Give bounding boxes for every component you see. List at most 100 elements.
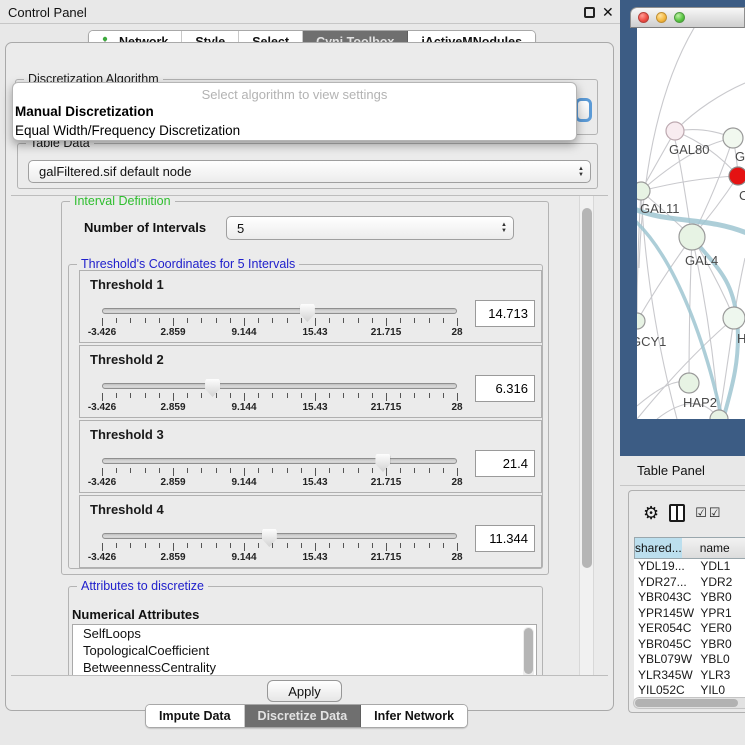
node-gal11[interactable] (637, 182, 650, 200)
tab-bottom-infer-network[interactable]: Infer Network (361, 705, 467, 727)
network-window-titlebar[interactable] (630, 7, 745, 28)
mac-close-icon[interactable] (638, 12, 649, 23)
table-row[interactable]: YBR043CYBR0 (634, 590, 745, 606)
table-row[interactable]: YDL19...YDL1 (634, 559, 745, 575)
cell-shared-name[interactable]: YBR043C (634, 590, 695, 606)
cell-shared-name[interactable]: YDL19... (634, 559, 695, 575)
node-ga[interactable] (723, 128, 743, 148)
cell-shared-name[interactable]: YBR045C (634, 637, 695, 653)
table-row[interactable]: YDR27...YDR2 (634, 575, 745, 591)
table-row[interactable]: YBL079WYBL0 (634, 652, 745, 668)
threshold-slider[interactable]: -3.4262.8599.14415.4321.71528 (102, 421, 457, 494)
node-h[interactable] (723, 307, 745, 329)
checkbox-icon[interactable]: ☑ (695, 505, 707, 521)
scrollbar-thumb[interactable] (635, 699, 738, 707)
tab-bottom-impute-data[interactable]: Impute Data (146, 705, 245, 727)
axis-tick-label: -3.426 (88, 552, 116, 563)
threshold-slider[interactable]: -3.4262.8599.14415.4321.71528 (102, 271, 457, 344)
table-data-group: Table Data galFiltered.sif default node … (17, 143, 598, 189)
cell-name[interactable]: YLR3 (695, 668, 745, 684)
algorithm-popup-item[interactable]: Manual Discretization (13, 102, 576, 121)
table-hscrollbar[interactable] (633, 697, 745, 709)
cell-shared-name[interactable]: YBL079W (634, 652, 695, 668)
node-gcy1[interactable] (637, 313, 645, 329)
table-panel-toolbar: ⚙ ☑ ☑ (629, 497, 745, 529)
attribute-list-item[interactable]: SelfLoops (73, 625, 536, 642)
column-header-shared-name[interactable]: shared... (634, 537, 682, 559)
axis-tick-label: 15.43 (302, 402, 327, 413)
threshold-slider[interactable]: -3.4262.8599.14415.4321.71528 (102, 496, 457, 569)
node-red-selected[interactable] (729, 167, 745, 185)
close-icon[interactable]: ✕ (602, 4, 614, 21)
control-panel-titlebar: Control Panel ✕ (0, 0, 620, 24)
split-column-icon[interactable] (669, 504, 685, 522)
cell-shared-name[interactable]: YDR27... (634, 575, 695, 591)
tab-bottom-discretize-data[interactable]: Discretize Data (245, 705, 362, 727)
axis-tick-label: 28 (451, 477, 462, 488)
combo-arrows-icon: ▲▼ (495, 222, 513, 234)
axis-tick-label: 9.144 (231, 552, 256, 563)
node-gal80[interactable] (666, 122, 684, 140)
slider-axis-labels: -3.4262.8599.14415.4321.71528 (102, 477, 457, 489)
table-row[interactable]: YLR345WYLR3 (634, 668, 745, 684)
cell-shared-name[interactable]: YER054C (634, 621, 695, 637)
slider-track[interactable] (102, 383, 457, 389)
cell-name[interactable]: YER0 (695, 621, 745, 637)
attribute-list-item[interactable]: TopologicalCoefficient (73, 642, 536, 659)
table-header-row: shared... name (634, 537, 745, 559)
network-graph: GAL80 GA C GAL11 GAL4 GCY1 H HAP2 (637, 28, 745, 419)
threshold-value-field[interactable] (475, 525, 535, 552)
axis-tick-label: 28 (451, 327, 462, 338)
slider-track[interactable] (102, 533, 457, 539)
threshold-slider[interactable]: -3.4262.8599.14415.4321.71528 (102, 346, 457, 419)
cell-name[interactable]: YBR0 (695, 590, 745, 606)
node-label: GAL11 (640, 201, 680, 216)
cyni-toolbox-pane: Discretization Algorithm Table Data galF… (5, 42, 614, 711)
numerical-attributes-label: Numerical Attributes (72, 607, 199, 622)
scrollbar-thumb[interactable] (524, 628, 533, 674)
cell-shared-name[interactable]: YPR145W (634, 606, 695, 622)
table-data-combobox[interactable]: galFiltered.sif default node ▲▼ (28, 160, 591, 183)
mac-zoom-icon[interactable] (674, 12, 685, 23)
algorithm-popup-item[interactable]: Equal Width/Frequency Discretization (13, 121, 576, 140)
axis-tick-label: 2.859 (160, 477, 185, 488)
table-row[interactable]: YER054CYER0 (634, 621, 745, 637)
table-row[interactable]: YPR145WYPR1 (634, 606, 745, 622)
cell-name[interactable]: YBL0 (695, 652, 745, 668)
cell-name[interactable]: YPR1 (695, 606, 745, 622)
threshold-value-field[interactable] (475, 450, 535, 477)
attributes-list-scrollbar[interactable] (523, 627, 534, 676)
algorithm-combobox-focus-ring[interactable] (575, 98, 592, 122)
threshold-4-box: Threshold 4-3.4262.8599.14415.4321.71528 (79, 495, 542, 568)
cell-shared-name[interactable]: YLR345W (634, 668, 695, 684)
network-canvas[interactable]: GAL80 GA C GAL11 GAL4 GCY1 H HAP2 (637, 28, 745, 419)
node-label: GAL80 (669, 142, 709, 157)
slider-track[interactable] (102, 308, 457, 314)
axis-tick-label: 2.859 (160, 327, 185, 338)
checkbox-icon[interactable]: ☑ (709, 505, 721, 521)
cell-name[interactable]: YDR2 (695, 575, 745, 591)
column-header-name[interactable]: name (682, 537, 745, 559)
cell-name[interactable]: YDL1 (695, 559, 745, 575)
axis-tick-label: 9.144 (231, 327, 256, 338)
float-window-icon[interactable] (584, 7, 595, 18)
apply-button[interactable]: Apply (267, 680, 342, 702)
slider-axis-labels: -3.4262.8599.14415.4321.71528 (102, 327, 457, 339)
slider-axis-labels: -3.4262.8599.14415.4321.71528 (102, 402, 457, 414)
scrollbar-thumb[interactable] (582, 208, 592, 568)
table-row[interactable]: YBR045CYBR0 (634, 637, 745, 653)
threshold-value-field[interactable] (475, 375, 535, 402)
slider-track[interactable] (102, 458, 457, 464)
gear-icon[interactable]: ⚙ (643, 504, 659, 522)
threshold-value-field[interactable] (475, 300, 535, 327)
node-gal4[interactable] (679, 224, 705, 250)
number-of-intervals-combobox[interactable]: 5 ▲▼ (226, 216, 514, 240)
mac-minimize-icon[interactable] (656, 12, 667, 23)
node-hap2[interactable] (679, 373, 699, 393)
threshold-2-box: Threshold 2-3.4262.8599.14415.4321.71528 (79, 345, 542, 418)
settings-scrollbar[interactable] (579, 196, 594, 675)
cell-name[interactable]: YBR0 (695, 637, 745, 653)
numerical-attributes-list[interactable]: SelfLoopsTopologicalCoefficientBetweenne… (72, 624, 537, 676)
tab-bottom-label: Impute Data (159, 709, 231, 723)
attribute-list-item[interactable]: BetweennessCentrality (73, 659, 536, 676)
